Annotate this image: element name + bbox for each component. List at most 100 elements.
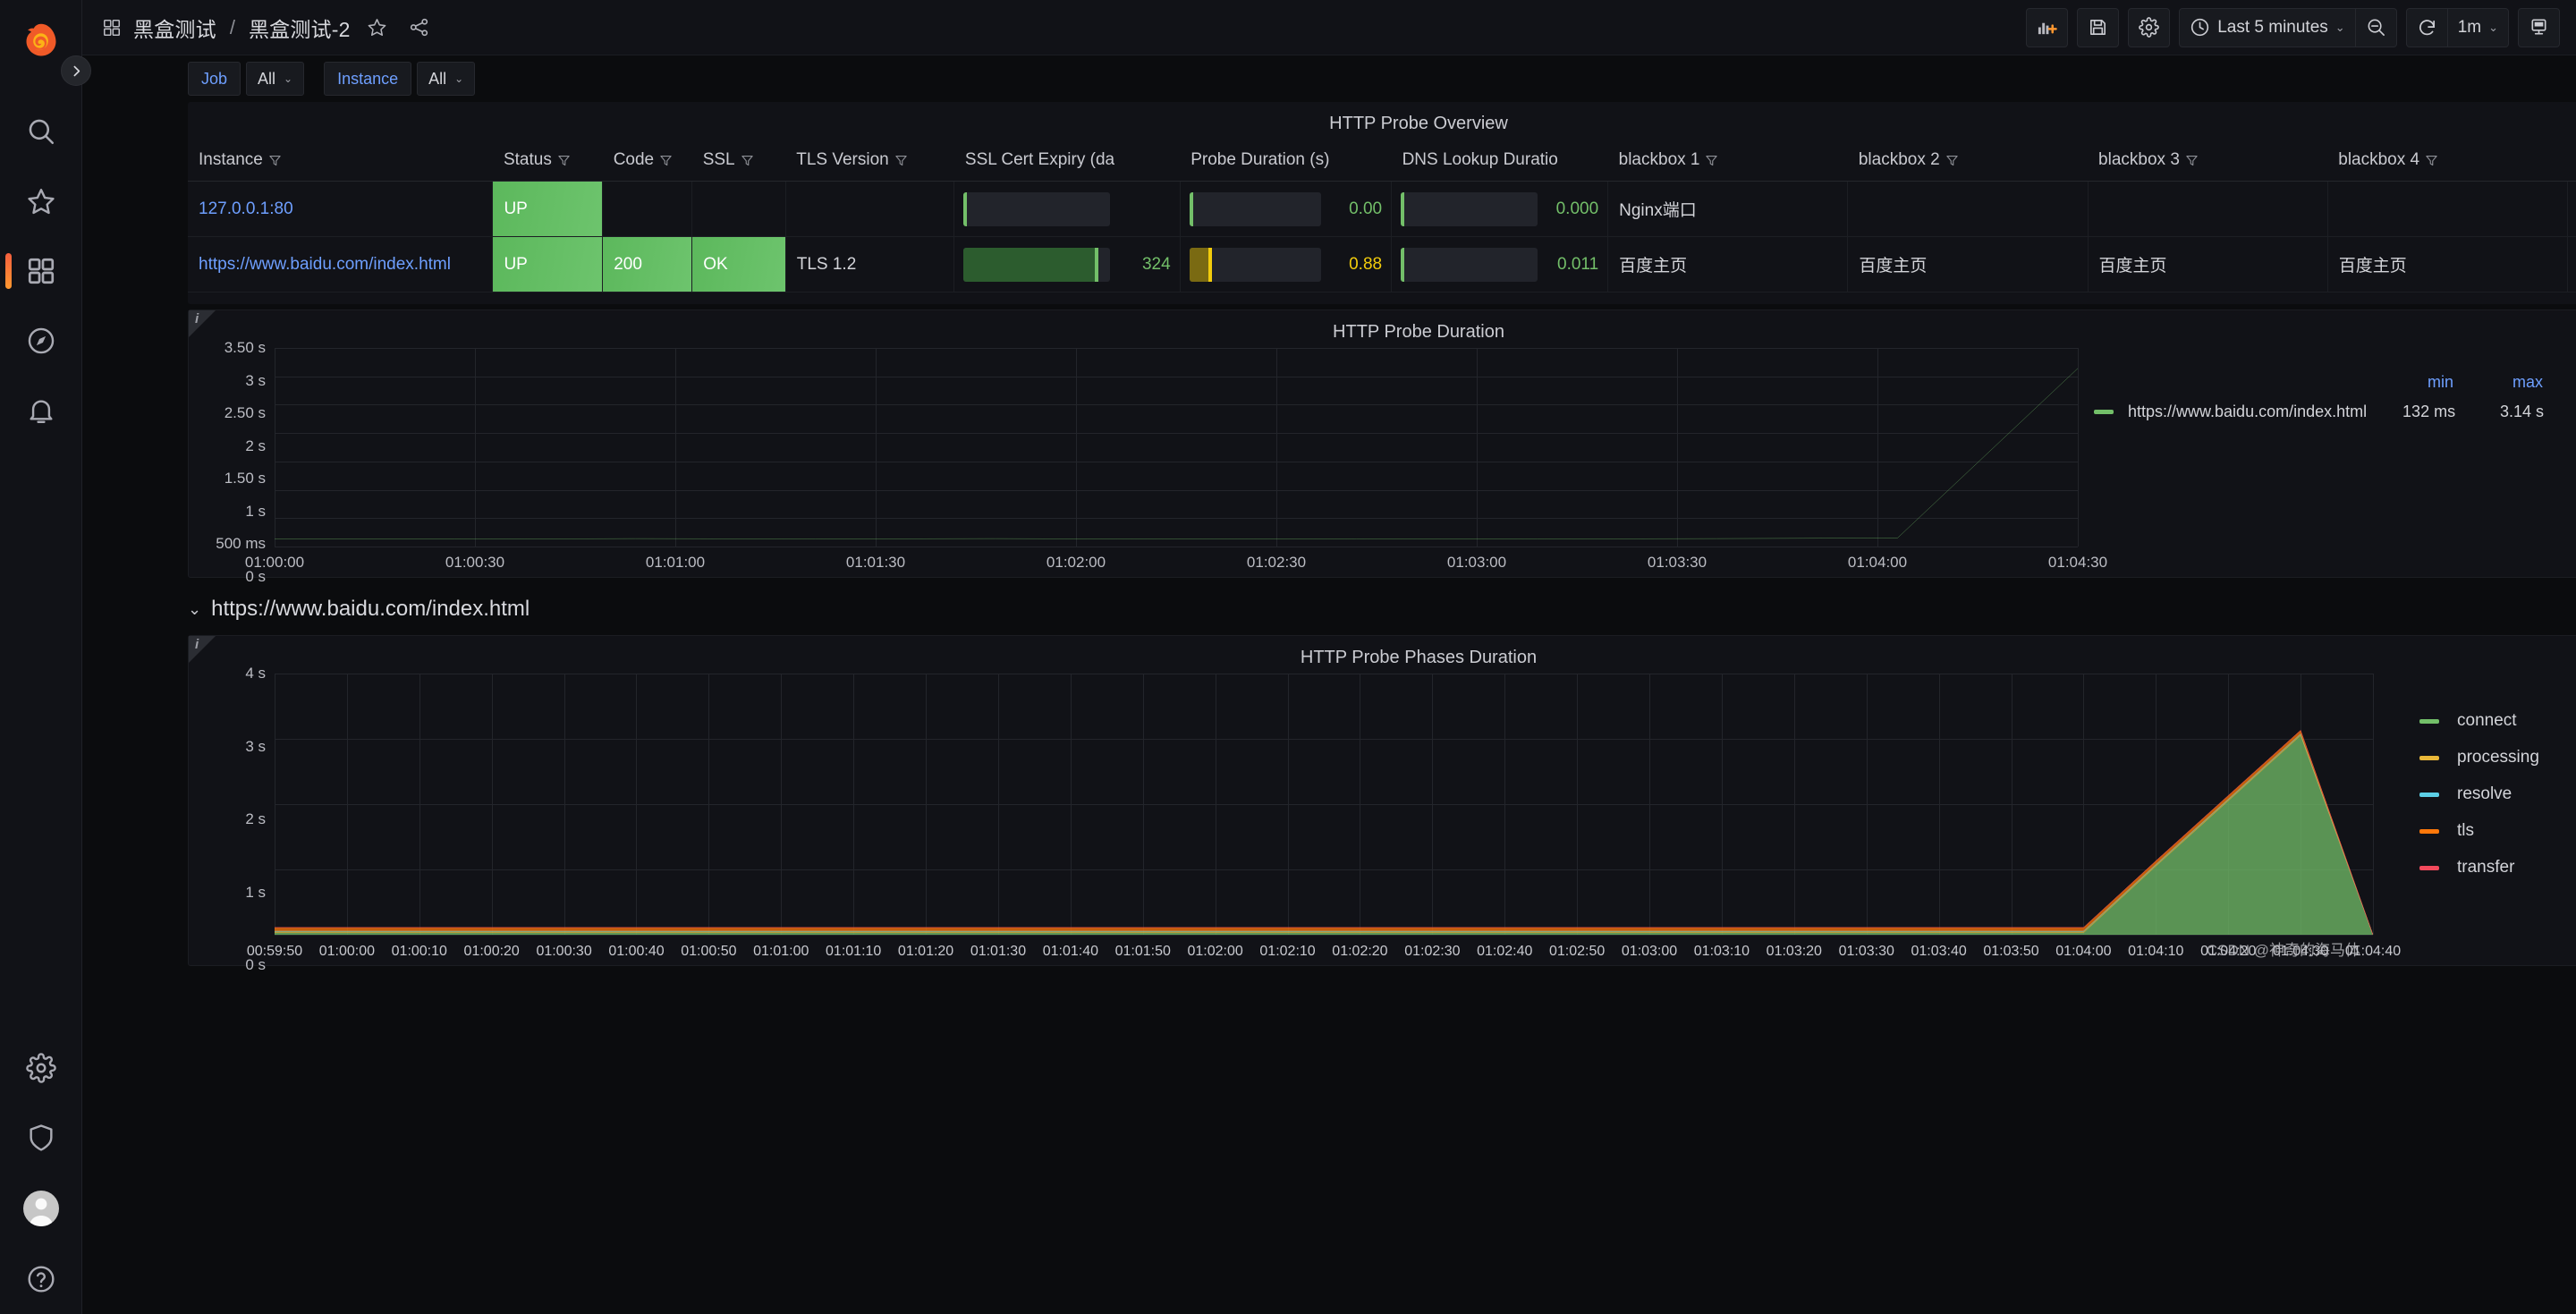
table-column-header[interactable]: blackbox 3 — [2088, 140, 2328, 182]
legend-item[interactable]: connect — [2419, 711, 2576, 731]
legend-row[interactable]: https://www.baidu.com/index.html 132 ms 3.… — [2094, 403, 2576, 421]
time-range-controls: Last 5 minutes ⌄ — [2179, 7, 2397, 47]
time-range-picker[interactable]: Last 5 minutes ⌄ — [2179, 7, 2356, 47]
chart-svg — [275, 348, 2078, 547]
sidebar-item-dashboards[interactable] — [0, 236, 82, 306]
save-dashboard-icon[interactable] — [2077, 7, 2120, 47]
sidebar-item-starred[interactable] — [0, 166, 82, 236]
column-filter-icon[interactable] — [1705, 153, 1718, 168]
legend-item[interactable]: resolve — [2419, 784, 2576, 804]
column-filter-icon[interactable] — [894, 153, 908, 168]
legend-series-name[interactable]: connect — [2457, 711, 2517, 731]
sidebar-item-alerting[interactable] — [0, 376, 82, 445]
legend-series-name[interactable]: https://www.baidu.com/index.html — [2128, 403, 2367, 421]
phases-legend: connect processing resolve tls transfer — [2389, 674, 2576, 965]
legend-series-name[interactable]: resolve — [2457, 784, 2512, 804]
column-filter-icon[interactable] — [268, 153, 282, 168]
legend-series-name[interactable]: tls — [2457, 821, 2474, 841]
avatar[interactable] — [22, 1191, 59, 1226]
x-axis-tick: 01:00:00 — [318, 944, 376, 959]
table-column-header[interactable]: blackbox 1 — [1607, 140, 1848, 182]
instance-value[interactable]: 127.0.0.1:80 — [188, 199, 492, 219]
share-nodes-icon[interactable] — [404, 13, 435, 43]
table-column-header[interactable]: Status — [492, 140, 603, 182]
grafana-app: 黑盒测试 / 黑盒测试-2 Last 5 minutes ⌄ 1m ⌄ Job … — [0, 0, 2576, 1314]
gridline — [2373, 674, 2374, 935]
y-axis-tick: 3.50 s — [224, 339, 266, 356]
duration-plot-area[interactable]: 01:00:00 01:00:30 01:01:00 01:01:30 01:02:00… — [245, 348, 2107, 571]
x-axis-tick: 01:03:40 — [1911, 944, 1967, 959]
sidebar-item-help[interactable] — [0, 1244, 82, 1314]
legend-series-name[interactable]: processing — [2457, 748, 2539, 767]
column-filter-icon[interactable] — [557, 153, 571, 168]
table-row[interactable]: 127.0.0.1:80UP 0.00 0.000 Nginx端口 Ng — [188, 181, 2576, 237]
panel-description-icon[interactable]: i — [189, 310, 216, 337]
x-axis-tick: 01:00:00 — [244, 554, 305, 571]
table-column-header[interactable]: bl — [2567, 140, 2576, 182]
refresh-button[interactable] — [2405, 7, 2448, 47]
table-column-label: Status — [503, 150, 552, 169]
table-column-header[interactable]: Code — [602, 140, 692, 182]
table-column-header[interactable]: blackbox 2 — [1847, 140, 2089, 182]
table-cell-blackbox1: Nginx端口 — [1607, 181, 1849, 237]
kiosk-tv-icon[interactable] — [2518, 7, 2560, 47]
sidebar-item-search[interactable] — [0, 97, 82, 166]
breadcrumb-folder[interactable]: 黑盒测试 — [133, 13, 216, 43]
x-axis-tick: 01:03:20 — [1766, 944, 1822, 959]
legend-stat-header[interactable]: max — [2453, 373, 2543, 392]
legend-item[interactable]: tls — [2419, 821, 2576, 841]
page-title[interactable]: 黑盒测试-2 — [249, 13, 351, 43]
expand-nav-button[interactable] — [61, 55, 91, 86]
instance-value[interactable]: https://www.baidu.com/index.html — [188, 255, 492, 275]
legend-item[interactable]: processing — [2419, 748, 2576, 767]
sidebar-item-profile[interactable] — [0, 1173, 82, 1244]
star-outline-icon[interactable] — [362, 13, 393, 43]
legend-stat-header[interactable]: avg — [2543, 373, 2576, 392]
x-axis-tick: 01:02:30 — [1246, 554, 1307, 571]
phases-plot[interactable]: 0 s1 s2 s3 s4 s 00:59:50 01:00:00 01:00:10… — [189, 665, 2401, 973]
legend-stat-header[interactable]: min — [2364, 373, 2453, 392]
column-filter-icon[interactable] — [2185, 153, 2199, 168]
main-area: 黑盒测试 / 黑盒测试-2 Last 5 minutes ⌄ 1m ⌄ Job … — [82, 0, 2576, 1314]
variable-instance-select[interactable]: All ⌄ — [417, 62, 476, 96]
table-cell-cert_expiry — [953, 181, 1181, 237]
duration-plot[interactable]: 0 s 500 ms 1 s 1.50 s2 s 2.50 s3 s 3.50 s 01:… — [189, 339, 2107, 585]
table-column-header[interactable]: Probe Duration (s) — [1180, 140, 1392, 182]
column-filter-icon[interactable] — [659, 153, 673, 168]
column-filter-icon[interactable] — [741, 153, 754, 168]
table-column-header[interactable]: SSL — [691, 140, 786, 182]
blackbox3-value: 百度主页 — [2098, 257, 2167, 276]
sidebar-item-server-admin[interactable] — [0, 1103, 82, 1173]
panel-http-probe-phases-duration: i HTTP Probe Phases Duration 0 s1 s2 s3 … — [188, 635, 2576, 973]
x-axis-tick: 01:02:30 — [1404, 944, 1461, 959]
legend-series-name[interactable]: transfer — [2457, 858, 2514, 877]
phases-y-axis: 0 s1 s2 s3 s4 s — [189, 665, 275, 973]
refresh-interval-picker[interactable]: 1m ⌄ — [2447, 7, 2509, 47]
grafana-logo-icon[interactable] — [20, 20, 63, 63]
dashboard-row-header[interactable]: ⌄ https://www.baidu.com/index.html — [188, 585, 2576, 633]
table-cell-dns_lookup: 0.000 — [1391, 181, 1609, 237]
table-column-header[interactable]: DNS Lookup Duratio — [1391, 140, 1608, 182]
series-line — [275, 369, 2078, 539]
phases-plot-area[interactable]: 00:59:50 01:00:00 01:00:10 01:00:20 01:00:30… — [247, 674, 2401, 959]
table-column-header[interactable]: blackbox 4 — [2327, 140, 2568, 182]
table-header-row: Instance Status Code SSL TLS Version SSL Cert… — [188, 140, 2576, 182]
table-cell-blackbox2 — [1847, 181, 2089, 237]
gauge-value: 0.011 — [1557, 254, 1599, 274]
table-column-header[interactable]: Instance — [188, 140, 493, 182]
table-row[interactable]: https://www.baidu.com/index.html UP 200 OK T… — [188, 236, 2576, 292]
gauge-value: 0.000 — [1555, 199, 1599, 218]
panel-description-icon[interactable]: i — [189, 636, 216, 663]
legend-item[interactable]: transfer — [2419, 858, 2576, 877]
table-column-header[interactable]: TLS Version — [785, 140, 954, 182]
dashboard-settings-icon[interactable] — [2128, 7, 2171, 47]
sidebar-item-explore[interactable] — [0, 306, 82, 376]
table-cell-probe_duration: 0.00 — [1180, 181, 1393, 237]
column-filter-icon[interactable] — [1945, 153, 1959, 168]
table-column-header[interactable]: SSL Cert Expiry (da — [953, 140, 1181, 182]
sidebar-item-configuration[interactable] — [0, 1033, 82, 1103]
column-filter-icon[interactable] — [2425, 153, 2438, 168]
add-panel-icon[interactable] — [2026, 7, 2069, 47]
variable-job-select[interactable]: All ⌄ — [246, 62, 305, 96]
zoom-out-time-button[interactable] — [2355, 7, 2397, 47]
